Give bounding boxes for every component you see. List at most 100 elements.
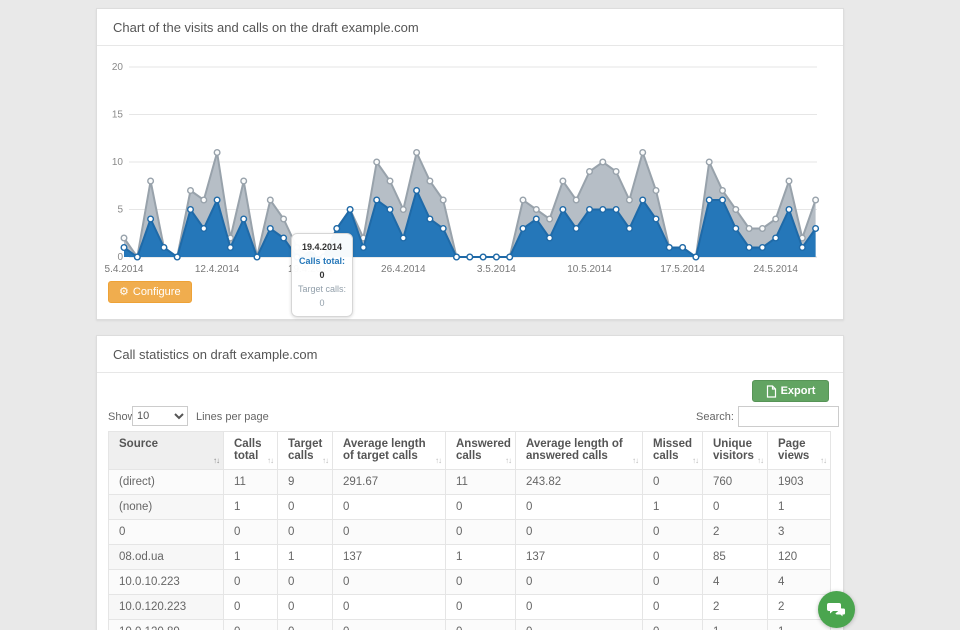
column-header-average-length-of-target-calls[interactable]: Average length of target calls↑↓ — [333, 432, 446, 470]
svg-text:3.5.2014: 3.5.2014 — [477, 264, 516, 275]
sort-icon: ↑↓ — [435, 456, 441, 465]
chart-panel-title: Chart of the visits and calls on the dra… — [97, 9, 843, 46]
svg-text:5.4.2014: 5.4.2014 — [105, 264, 144, 275]
value-cell: 0 — [278, 620, 333, 630]
value-cell: 137 — [516, 545, 643, 570]
column-label: Calls total — [234, 438, 262, 462]
search-label: Search: — [696, 411, 734, 423]
table-row: 10.0.120.22300000022 — [109, 595, 831, 620]
value-cell: 0 — [333, 520, 446, 545]
area-chart-svg[interactable]: 051015205.4.201412.4.201419.4.201426.4.2… — [105, 53, 837, 281]
column-header-target-calls[interactable]: Target calls↑↓ — [278, 432, 333, 470]
column-header-source[interactable]: Source ↑↓ — [109, 432, 224, 470]
column-header-calls-total[interactable]: Calls total↑↓ — [224, 432, 278, 470]
value-cell: 3 — [768, 520, 831, 545]
tooltip-target-calls: Target calls: 0 — [297, 282, 347, 310]
column-label: Unique visitors — [713, 438, 754, 462]
svg-text:15: 15 — [112, 110, 124, 121]
export-button[interactable]: Export — [752, 380, 829, 402]
table-row: (none)10000101 — [109, 495, 831, 520]
svg-text:0: 0 — [117, 252, 123, 263]
chat-bubbles-icon — [827, 602, 846, 618]
column-header-page-views[interactable]: Page views↑↓ — [768, 432, 831, 470]
source-cell: 10.0.120.223 — [109, 595, 224, 620]
svg-text:5: 5 — [117, 205, 123, 216]
value-cell: 0 — [643, 595, 703, 620]
value-cell: 0 — [333, 495, 446, 520]
table-row: (direct)119291.6711243.8207601903 — [109, 470, 831, 495]
gear-icon: ⚙ — [119, 286, 129, 298]
value-cell: 0 — [643, 545, 703, 570]
source-cell: 08.od.ua — [109, 545, 224, 570]
value-cell: 1 — [224, 545, 278, 570]
value-cell: 0 — [333, 595, 446, 620]
lines-per-page-label: Lines per page — [196, 411, 269, 423]
value-cell: 9 — [278, 470, 333, 495]
call-statistics-panel: Call statistics on draft example.com Exp… — [96, 335, 844, 630]
value-cell: 0 — [643, 520, 703, 545]
page-size-select[interactable]: 10 — [132, 406, 188, 426]
chat-button[interactable] — [818, 591, 855, 628]
value-cell: 0 — [224, 520, 278, 545]
column-header-average-length-of-answered-calls[interactable]: Average length of answered calls↑↓ — [516, 432, 643, 470]
sort-icon: ↑↓ — [213, 456, 219, 465]
svg-text:10.5.2014: 10.5.2014 — [567, 264, 612, 275]
value-cell: 0 — [224, 620, 278, 630]
value-cell: 11 — [224, 470, 278, 495]
value-cell: 0 — [224, 570, 278, 595]
value-cell: 120 — [768, 545, 831, 570]
value-cell: 243.82 — [516, 470, 643, 495]
column-header-unique-visitors[interactable]: Unique visitors↑↓ — [703, 432, 768, 470]
value-cell: 0 — [224, 595, 278, 620]
value-cell: 0 — [703, 495, 768, 520]
svg-text:17.5.2014: 17.5.2014 — [660, 264, 705, 275]
value-cell: 0 — [643, 570, 703, 595]
value-cell: 137 — [333, 545, 446, 570]
value-cell: 291.67 — [333, 470, 446, 495]
call-statistics-table: Source↑↓Calls total↑↓Target calls↑↓Avera… — [108, 431, 831, 630]
svg-text:26.4.2014: 26.4.2014 — [381, 264, 426, 275]
source-cell: 0 — [109, 520, 224, 545]
column-label: Average length of answered calls — [526, 438, 623, 462]
value-cell: 1 — [768, 620, 831, 630]
visits-calls-chart[interactable]: 051015205.4.201412.4.201419.4.201426.4.2… — [105, 53, 837, 281]
value-cell: 0 — [446, 620, 516, 630]
column-header-missed-calls[interactable]: Missed calls↑↓ — [643, 432, 703, 470]
column-label: Source — [119, 438, 158, 450]
table-body: (direct)119291.6711243.8207601903(none)1… — [109, 470, 831, 630]
value-cell: 0 — [446, 570, 516, 595]
table-panel-title: Call statistics on draft example.com — [97, 336, 843, 373]
search-input[interactable] — [738, 406, 839, 427]
configure-button[interactable]: ⚙Configure — [108, 281, 192, 303]
value-cell: 0 — [516, 620, 643, 630]
value-cell: 0 — [333, 570, 446, 595]
value-cell: 85 — [703, 545, 768, 570]
svg-text:20: 20 — [112, 62, 124, 73]
sort-icon: ↑↓ — [692, 456, 698, 465]
value-cell: 4 — [703, 570, 768, 595]
svg-text:12.4.2014: 12.4.2014 — [195, 264, 240, 275]
value-cell: 1 — [643, 495, 703, 520]
table-row: 000000023 — [109, 520, 831, 545]
value-cell: 1 — [768, 495, 831, 520]
value-cell: 1 — [278, 545, 333, 570]
value-cell: 0 — [333, 620, 446, 630]
value-cell: 11 — [446, 470, 516, 495]
column-label: Page views — [778, 438, 809, 462]
table-controls: Show 10 Lines per page Search: — [108, 406, 829, 428]
svg-text:10: 10 — [112, 157, 124, 168]
value-cell: 0 — [278, 520, 333, 545]
column-header-answered-calls[interactable]: Answered calls↑↓ — [446, 432, 516, 470]
value-cell: 760 — [703, 470, 768, 495]
table-head: Source↑↓Calls total↑↓Target calls↑↓Avera… — [109, 432, 831, 470]
tooltip-calls-total: Calls total: 0 — [297, 254, 347, 282]
column-label: Missed calls — [653, 438, 692, 462]
value-cell: 1903 — [768, 470, 831, 495]
sort-icon: ↑↓ — [505, 456, 511, 465]
value-cell: 0 — [278, 495, 333, 520]
value-cell: 1 — [703, 620, 768, 630]
sort-icon: ↑↓ — [322, 456, 328, 465]
value-cell: 0 — [446, 595, 516, 620]
svg-text:24.5.2014: 24.5.2014 — [753, 264, 798, 275]
table-row: 10.0.10.22300000044 — [109, 570, 831, 595]
